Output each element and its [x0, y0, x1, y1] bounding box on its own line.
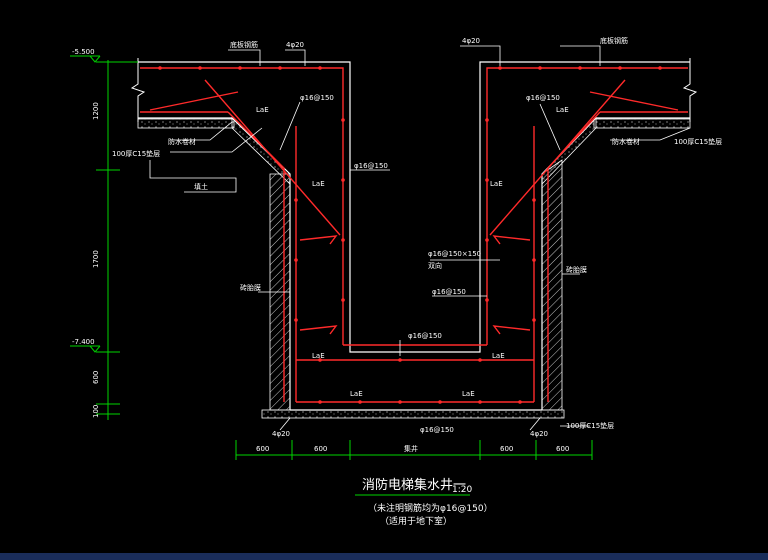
inner-bars-sub-label: 双向	[428, 261, 442, 270]
vdim-3: 600	[92, 371, 100, 384]
wall-right-top-label: φ16@150	[526, 94, 560, 102]
lae-label-3: LaE	[312, 352, 325, 360]
drawing-title: 消防电梯集水井一	[362, 477, 466, 493]
hdim-3: 集井	[404, 444, 418, 453]
anchor-right-label: 4φ20	[530, 430, 548, 438]
hdim-2: 600	[314, 445, 327, 453]
vdim-2: 1700	[92, 250, 100, 268]
title-block: 消防电梯集水井一 1:20 （未注明钢筋均为φ16@150） （适用于地下室）	[362, 477, 493, 527]
bottom-slab-label: φ16@150	[408, 332, 442, 340]
brick-formwork	[269, 159, 563, 411]
lae-label-7: LaE	[492, 352, 505, 360]
status-bar	[0, 553, 768, 560]
elevation-bottom-label: -7.400	[72, 338, 95, 346]
bottom-label: φ16@150	[420, 426, 454, 434]
anchor-top-left: 4φ20	[286, 41, 304, 49]
waterproof-left-label: 防水卷材	[168, 137, 196, 146]
cushion-left-label: 100厚C15垫层	[112, 149, 160, 158]
drawing-scale: 1:20	[452, 485, 472, 495]
lae-label-1: LaE	[256, 106, 269, 114]
wall-left-top-label: φ16@150	[300, 94, 334, 102]
anchor-left-label: 4φ20	[272, 430, 290, 438]
hdim-4: 600	[500, 445, 513, 453]
cushion-right-label: 100厚C15垫层	[674, 137, 722, 146]
elevation-markers	[70, 55, 101, 353]
lae-label-5: LaE	[556, 106, 569, 114]
pit-concrete-outline	[138, 61, 690, 411]
drawing-note-1: （未注明钢筋均为φ16@150）	[368, 502, 493, 514]
bottom-cushion-label: 100厚C15垫层	[566, 421, 614, 430]
hdim-1: 600	[256, 445, 269, 453]
lae-label-2: LaE	[312, 180, 325, 188]
lae-label-6: LaE	[490, 180, 503, 188]
anchor-top-right: 4φ20	[462, 37, 480, 45]
fill-right-label: 砖胎膜	[566, 265, 587, 274]
inner-bars-label: φ16@150×150	[428, 250, 481, 258]
vdim-1: 1200	[92, 102, 100, 120]
hdim-5: 600	[556, 445, 569, 453]
leader-lines	[149, 45, 691, 431]
drawing-note-2: （适用于地下室）	[380, 515, 452, 527]
vdim-4: 100	[92, 405, 100, 418]
elevation-top-label: -5.500	[72, 48, 95, 56]
waterproof-right-label: 防水卷材	[612, 137, 640, 146]
cushion-layers	[137, 117, 691, 419]
backfill-label: 填土	[194, 182, 208, 191]
slab-rebar-right: 底板钢筋	[600, 36, 628, 45]
lae-label-4: LaE	[350, 390, 363, 398]
drawing-canvas: -5.500 -7.400 1200 1700 600 100 600 600 …	[70, 36, 722, 527]
lae-label-8: LaE	[462, 390, 475, 398]
ring-bar-label: φ16@150	[354, 162, 388, 170]
wall-mid-label: φ16@150	[432, 288, 466, 296]
slab-rebar-left: 底板钢筋	[230, 40, 258, 49]
fill-left-label: 砖胎膜	[240, 283, 261, 292]
